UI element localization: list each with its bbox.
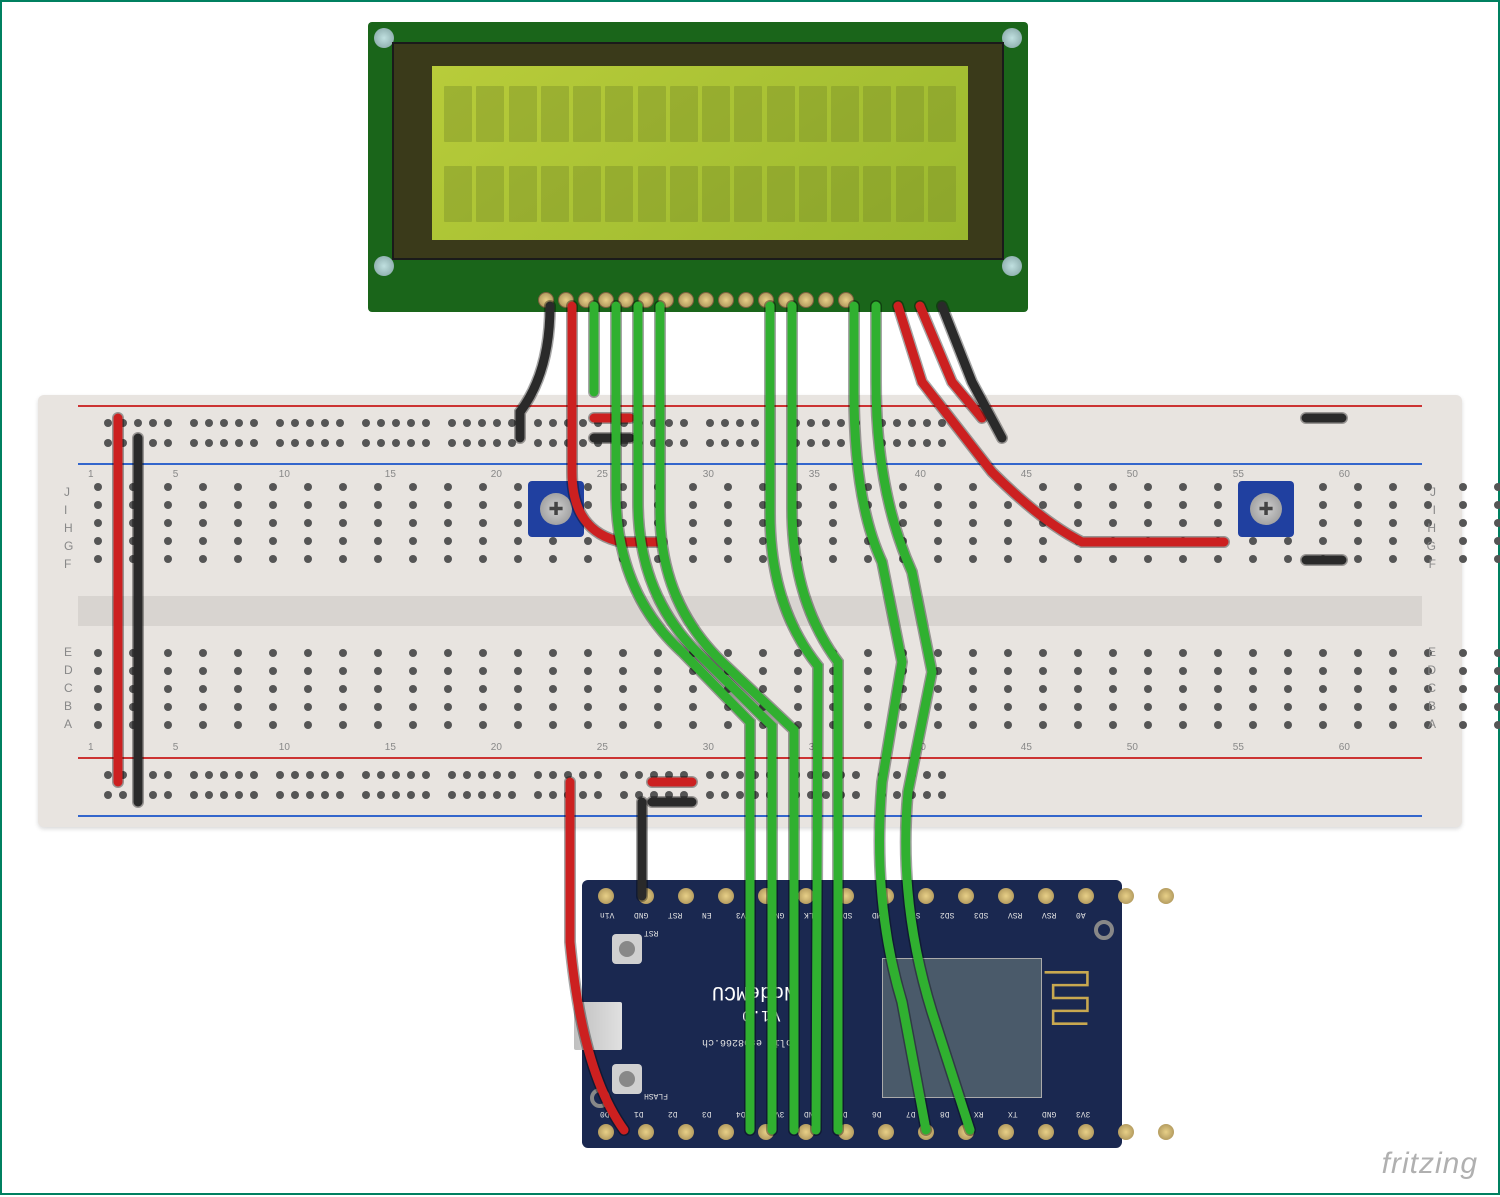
lcd-screw — [374, 28, 394, 48]
breadboard: JIHGFEDCBA JIHGFEDCBA 151015202530354045… — [38, 395, 1462, 827]
esp8266-chip — [882, 958, 1042, 1098]
rail-negative-line — [78, 463, 1422, 465]
nodemcu-bottom-pins — [598, 1124, 1192, 1140]
potentiometer-left: ✚ — [528, 481, 584, 537]
mounting-hole — [1094, 920, 1114, 940]
lcd-screw — [1002, 28, 1022, 48]
rail-positive-line — [78, 757, 1422, 759]
lcd-screw — [374, 256, 394, 276]
rst-button — [612, 934, 642, 964]
rail-holes — [104, 771, 946, 779]
nodemcu-subtitle: V1.0 — [742, 1006, 780, 1024]
nodemcu-board: RST FLASH NodeMCU V1.0 Lolin esp8266.ch … — [582, 880, 1122, 1148]
breadboard-lower-matrix — [94, 649, 1500, 739]
lcd-pin-header — [538, 292, 854, 308]
rail-holes — [104, 791, 946, 799]
breadboard-bottom-rail — [78, 759, 1422, 815]
breadboard-main — [78, 479, 1422, 743]
pot-knob-icon: ✚ — [1250, 493, 1282, 525]
rst-label: RST — [644, 928, 658, 937]
fritzing-watermark: fritzing — [1382, 1147, 1478, 1181]
lcd-module — [368, 22, 1028, 312]
breadboard-gap — [78, 596, 1422, 626]
rail-holes — [104, 419, 946, 427]
breadboard-top-rail — [78, 407, 1422, 463]
pot-knob-icon: ✚ — [540, 493, 572, 525]
nodemcu-title: NodeMCU — [712, 980, 796, 1003]
nodemcu-vendor: Lolin esp8266.ch — [702, 1036, 798, 1047]
flash-button — [612, 1064, 642, 1094]
lcd-screw — [1002, 256, 1022, 276]
rail-negative-line — [78, 815, 1422, 817]
nodemcu-top-pins — [598, 888, 1192, 904]
lcd-screen — [432, 66, 968, 240]
usb-port-icon — [574, 1002, 622, 1050]
rail-positive-line — [78, 405, 1422, 407]
potentiometer-right: ✚ — [1238, 481, 1294, 537]
lcd-bezel — [392, 42, 1004, 260]
mounting-hole — [590, 1088, 610, 1108]
wifi-antenna-icon — [1040, 968, 1092, 1028]
flash-label: FLASH — [644, 1091, 668, 1100]
lcd-character-grid — [444, 86, 956, 222]
rail-holes — [104, 439, 946, 447]
